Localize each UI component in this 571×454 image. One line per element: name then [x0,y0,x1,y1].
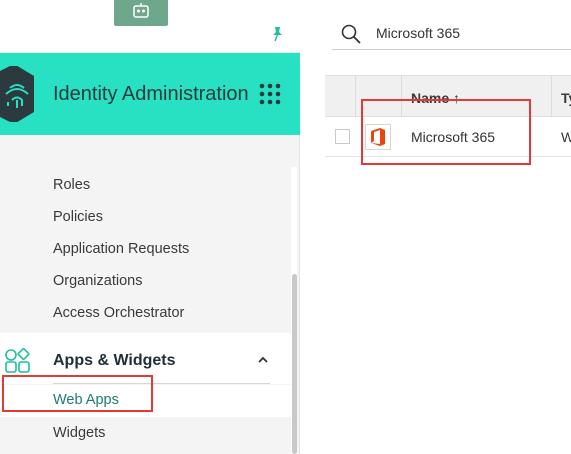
search-bar [332,18,571,50]
nav-item-policies[interactable]: Policies [53,209,103,225]
search-input[interactable] [376,25,566,41]
main-content: Name ↑ Ty Microsoft 365 W [300,0,571,454]
sidebar-top-strip [0,0,300,53]
app-launcher-grid-icon[interactable] [259,83,281,105]
chevron-up-icon[interactable] [257,355,269,365]
app-title: Identity Administration [53,83,249,105]
annotation-box-app-row [361,99,531,165]
column-divider [551,76,552,118]
apps-widgets-icon [5,348,30,373]
fingerprint-hex-icon [0,66,34,122]
pin-icon[interactable] [270,26,284,42]
column-divider [355,76,356,118]
cell-app-type: W [561,129,571,145]
sidebar-scrollbar-thumb[interactable] [292,274,297,454]
sub-item-widgets[interactable]: Widgets [53,425,105,441]
company-logo [114,0,168,26]
search-icon [341,24,361,44]
nav-item-organizations[interactable]: Organizations [53,273,142,289]
row-checkbox[interactable] [335,129,350,144]
app-header: Identity Administration [0,53,300,135]
robot-logo-icon [133,3,149,18]
nav-item-access-orchestrator[interactable]: Access Orchestrator [53,305,184,321]
annotation-box-web-apps [2,375,153,412]
nav-item-roles[interactable]: Roles [53,177,90,193]
section-title: Apps & Widgets [53,352,176,369]
nav-item-application-requests[interactable]: Application Requests [53,241,189,257]
column-header-type[interactable]: Ty [561,90,571,106]
screen: Identity Administration Roles Policies A… [0,0,571,454]
